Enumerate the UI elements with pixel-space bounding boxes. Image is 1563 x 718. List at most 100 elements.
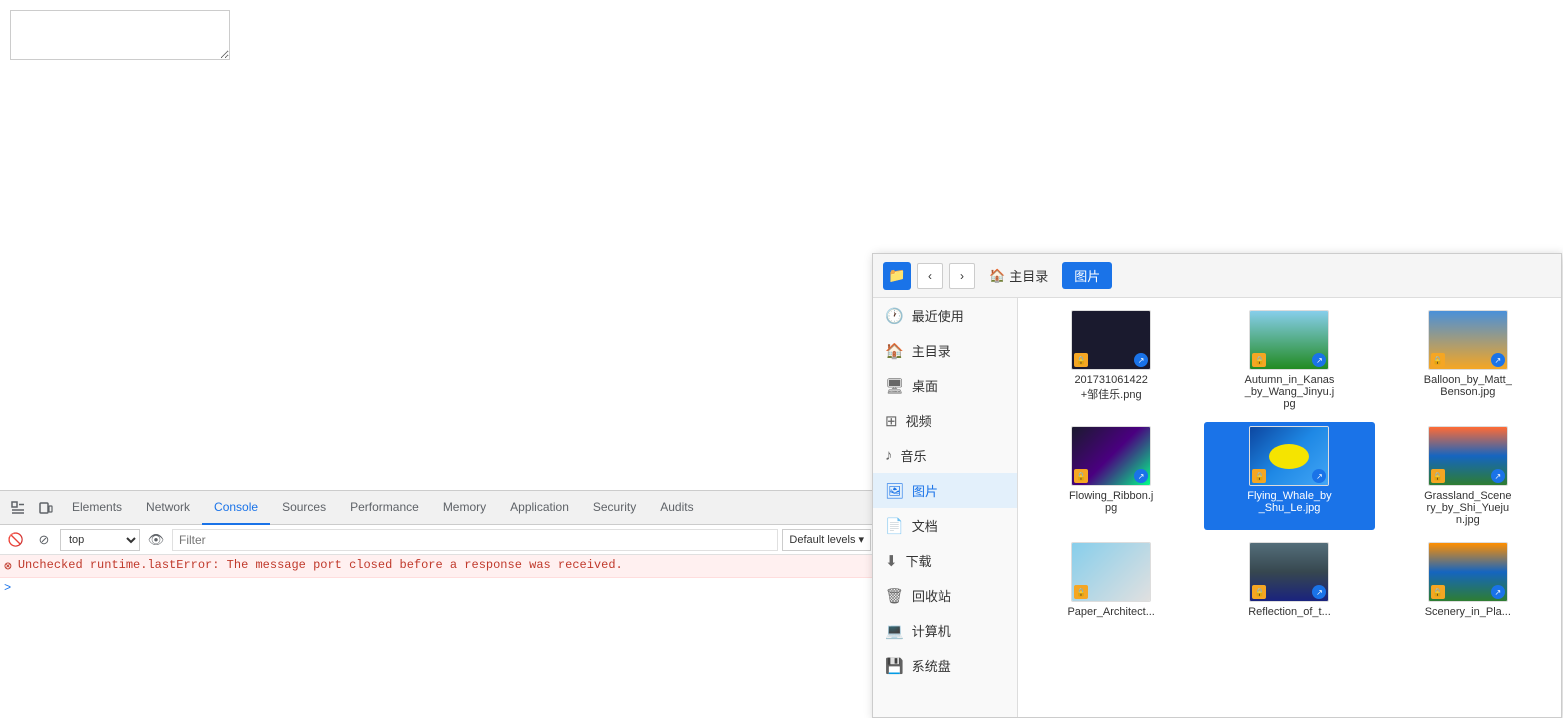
filepicker-body: 🕐 最近使用 🏠 主目录 🖥 桌面 ⊞ 视频 ♪ 音乐 🖼 图片 <box>873 298 1561 717</box>
downloads-icon: ⬇ <box>885 552 898 570</box>
file-item-3[interactable]: 🔒 ↗ Flowing_Ribbon.jpg <box>1026 422 1196 530</box>
log-levels-button[interactable]: Default levels ▾ <box>782 529 871 551</box>
console-prompt-row: > <box>0 578 875 598</box>
prompt-icon: > <box>4 581 11 595</box>
file-item-7[interactable]: 🔒 ↗ Reflection_of_t... <box>1204 538 1374 622</box>
home-sidebar-icon: 🏠 <box>885 342 904 360</box>
lock-badge-0: 🔒 <box>1074 353 1088 367</box>
lock-badge-8: 🔒 <box>1431 585 1445 599</box>
context-selector[interactable]: top <box>60 529 140 551</box>
sidebar-item-home[interactable]: 🏠 主目录 <box>873 333 1017 368</box>
filepicker-sidebar: 🕐 最近使用 🏠 主目录 🖥 桌面 ⊞ 视频 ♪ 音乐 🖼 图片 <box>873 298 1018 717</box>
downloads-label: 下载 <box>906 551 932 570</box>
recent-icon: 🕐 <box>885 307 904 325</box>
share-badge-8: ↗ <box>1491 585 1505 599</box>
lock-badge-4: 🔒 <box>1252 469 1266 483</box>
levels-chevron-icon: ▾ <box>858 533 864 546</box>
nav-forward-button[interactable]: › <box>949 263 975 289</box>
filepicker-dialog: 📁 ‹ › 🏠 主目录 图片 🕐 最近使用 🏠 主目录 🖥 桌面 ⊞ <box>872 253 1562 718</box>
tab-security[interactable]: Security <box>581 491 648 525</box>
desktop-icon: 🖥 <box>885 377 904 395</box>
file-item-2[interactable]: 🔒 ↗ Balloon_by_Matt_Benson.jpg <box>1383 306 1553 414</box>
file-item-6[interactable]: 🔒 Paper_Architect... <box>1026 538 1196 622</box>
lock-badge-6: 🔒 <box>1074 585 1088 599</box>
sidebar-item-recent[interactable]: 🕐 最近使用 <box>873 298 1017 333</box>
file-thumb-2: 🔒 ↗ <box>1428 310 1508 370</box>
levels-label: Default levels <box>789 534 855 546</box>
pictures-label: 图片 <box>912 481 938 500</box>
sidebar-item-disk[interactable]: 💾 系统盘 <box>873 648 1017 683</box>
filepicker-grid: 🔒 ↗ 201731061422+邹佳乐.png 🔒 ↗ Autumn_in_K… <box>1018 298 1561 717</box>
tab-memory[interactable]: Memory <box>431 491 498 525</box>
tab-audits[interactable]: Audits <box>648 491 705 525</box>
file-thumb-4: 🔒 ↗ <box>1249 426 1329 486</box>
file-thumb-5: 🔒 ↗ <box>1428 426 1508 486</box>
file-item-1[interactable]: 🔒 ↗ Autumn_in_Kanas_by_Wang_Jinyu.jpg <box>1204 306 1374 414</box>
sidebar-item-desktop[interactable]: 🖥 桌面 <box>873 368 1017 403</box>
video-icon: ⊞ <box>885 412 898 430</box>
file-item-8[interactable]: 🔒 ↗ Scenery_in_Pla... <box>1383 538 1553 622</box>
file-name-0: 201731061422+邹佳乐.png <box>1066 374 1156 402</box>
file-name-8: Scenery_in_Pla... <box>1425 606 1511 618</box>
sidebar-item-trash[interactable]: 🗑 回收站 <box>873 578 1017 613</box>
file-thumb-3: 🔒 ↗ <box>1071 426 1151 486</box>
nav-back-button[interactable]: ‹ <box>917 263 943 289</box>
file-thumb-0: 🔒 ↗ <box>1071 310 1151 370</box>
console-toolbar: 🚫 ⊘ top 👁 Default levels ▾ <box>0 525 875 555</box>
file-thumb-8: 🔒 ↗ <box>1428 542 1508 602</box>
file-name-2: Balloon_by_Matt_Benson.jpg <box>1423 374 1513 398</box>
console-content: ⊗ Unchecked runtime.lastError: The messa… <box>0 555 875 718</box>
share-badge-5: ↗ <box>1491 469 1505 483</box>
tab-console[interactable]: Console <box>202 491 270 525</box>
lock-badge-7: 🔒 <box>1252 585 1266 599</box>
tab-performance[interactable]: Performance <box>338 491 431 525</box>
sidebar-item-computer[interactable]: 💻 计算机 <box>873 613 1017 648</box>
trash-icon: 🗑 <box>885 587 904 605</box>
filepicker-header: 📁 ‹ › 🏠 主目录 图片 <box>873 254 1561 298</box>
documents-icon: 📄 <box>885 517 904 535</box>
sidebar-item-pictures[interactable]: 🖼 图片 <box>873 473 1017 508</box>
disk-label: 系统盘 <box>912 656 951 675</box>
clear-console-icon[interactable]: 🚫 <box>4 528 28 552</box>
file-name-7: Reflection_of_t... <box>1248 606 1331 618</box>
lock-badge-5: 🔒 <box>1431 469 1445 483</box>
sidebar-item-music[interactable]: ♪ 音乐 <box>873 438 1017 473</box>
computer-icon: 💻 <box>885 622 904 640</box>
tab-elements[interactable]: Elements <box>60 491 134 525</box>
browser-textarea[interactable] <box>10 10 230 60</box>
file-item-5[interactable]: 🔒 ↗ Grassland_Scenery_by_Shi_Yuejun.jpg <box>1383 422 1553 530</box>
error-icon: ⊗ <box>4 559 12 574</box>
block-requests-icon[interactable]: ⊘ <box>32 528 56 552</box>
video-label: 视频 <box>906 411 932 430</box>
music-icon: ♪ <box>885 447 893 464</box>
home-label: 主目录 <box>1009 266 1048 285</box>
file-name-1: Autumn_in_Kanas_by_Wang_Jinyu.jpg <box>1244 374 1334 410</box>
file-name-5: Grassland_Scenery_by_Shi_Yuejun.jpg <box>1423 490 1513 526</box>
console-error-message: Unchecked runtime.lastError: The message… <box>18 558 623 572</box>
file-item-4[interactable]: 🔒 ↗ Flying_Whale_by_Shu_Le.jpg <box>1204 422 1374 530</box>
current-path-button[interactable]: 图片 <box>1062 262 1112 289</box>
disk-icon: 💾 <box>885 657 904 675</box>
pictures-icon: 🖼 <box>885 482 904 500</box>
file-thumb-1: 🔒 ↗ <box>1249 310 1329 370</box>
tab-network[interactable]: Network <box>134 491 202 525</box>
sidebar-item-documents[interactable]: 📄 文档 <box>873 508 1017 543</box>
sidebar-item-video[interactable]: ⊞ 视频 <box>873 403 1017 438</box>
lock-badge-1: 🔒 <box>1252 353 1266 367</box>
share-badge-2: ↗ <box>1491 353 1505 367</box>
console-filter-input[interactable] <box>172 529 778 551</box>
folder-icon: 📁 <box>883 262 911 290</box>
tab-application[interactable]: Application <box>498 491 581 525</box>
file-name-6: Paper_Architect... <box>1067 606 1154 618</box>
file-item-0[interactable]: 🔒 ↗ 201731061422+邹佳乐.png <box>1026 306 1196 414</box>
device-toggle-icon[interactable] <box>32 494 60 522</box>
eye-icon[interactable]: 👁 <box>144 528 168 552</box>
documents-label: 文档 <box>912 516 938 535</box>
sidebar-item-downloads[interactable]: ⬇ 下载 <box>873 543 1017 578</box>
select-element-icon[interactable] <box>4 494 32 522</box>
desktop-label: 桌面 <box>912 376 938 395</box>
tab-sources[interactable]: Sources <box>270 491 338 525</box>
recent-label: 最近使用 <box>912 306 964 325</box>
home-button[interactable]: 🏠 主目录 <box>981 262 1056 289</box>
file-name-3: Flowing_Ribbon.jpg <box>1066 490 1156 514</box>
